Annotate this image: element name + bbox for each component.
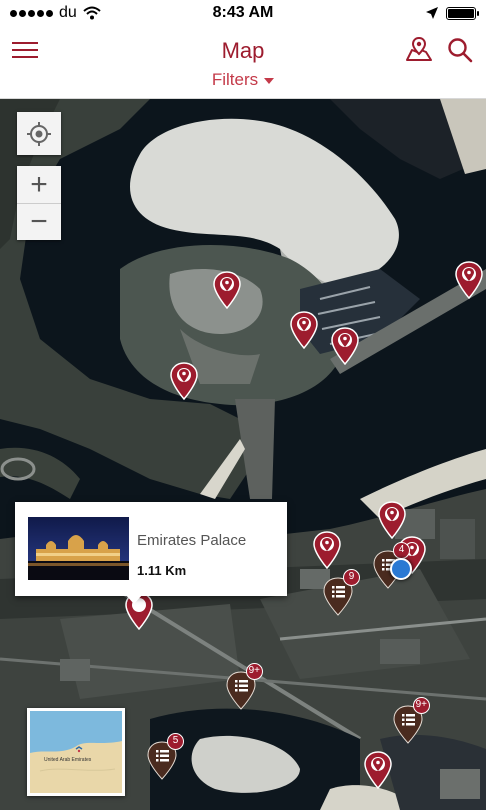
locate-me-button[interactable]: [17, 112, 61, 155]
battery-fill: [448, 8, 474, 18]
map-pin[interactable]: [312, 531, 342, 570]
cluster-marker[interactable]: 9+: [392, 697, 430, 744]
cluster-count-badge: 4: [393, 542, 410, 559]
zoom-controls: + −: [17, 166, 61, 240]
app-header: Map Filters: [0, 26, 486, 99]
status-right: [306, 6, 479, 20]
map-pin[interactable]: [330, 327, 360, 366]
filters-dropdown[interactable]: Filters: [0, 70, 486, 90]
search-icon: [448, 38, 473, 63]
map-pin[interactable]: [169, 362, 199, 401]
cluster-count-badge: 9+: [412, 697, 430, 714]
cluster-marker[interactable]: 5: [146, 733, 184, 780]
location-arrow-icon: [426, 7, 438, 19]
place-info-card[interactable]: Emirates Palace 1.11 Km: [15, 502, 287, 596]
cluster-count-badge: 5: [167, 733, 184, 750]
map-pin[interactable]: [377, 501, 407, 540]
place-thumbnail: [28, 517, 129, 580]
location-pin-icon: [331, 327, 359, 366]
cluster-marker[interactable]: 9+: [225, 663, 263, 710]
overview-minimap[interactable]: United Arab Emirates: [27, 708, 125, 796]
location-pin-icon: [290, 311, 318, 350]
minimap-label: United Arab Emirates: [44, 757, 92, 763]
folded-map-icon: [406, 36, 432, 61]
zoom-out-button[interactable]: −: [17, 203, 61, 240]
map-view-button[interactable]: [404, 36, 434, 64]
card-pointer: [125, 594, 143, 604]
location-pin-icon: [313, 531, 341, 570]
signal-strength-icon: [10, 9, 53, 17]
location-pin-icon: [455, 261, 483, 300]
filters-label: Filters: [211, 70, 259, 89]
minimap-image: [30, 711, 122, 793]
place-distance: 1.11 Km: [137, 563, 187, 578]
zoom-in-button[interactable]: +: [17, 166, 61, 203]
map-pin[interactable]: [454, 261, 484, 300]
status-time: 8:43 AM: [212, 4, 274, 21]
current-location-dot: [390, 558, 412, 580]
wifi-icon: [83, 6, 101, 20]
search-button[interactable]: [446, 36, 474, 64]
map-pin[interactable]: [289, 311, 319, 350]
crosshair-icon: [27, 121, 51, 146]
status-bar: du 8:43 AM: [0, 0, 486, 26]
map-pin[interactable]: [212, 271, 242, 310]
cluster-count-badge: 9: [343, 569, 360, 586]
status-left: du: [10, 4, 180, 22]
place-name: Emirates Palace: [137, 532, 247, 549]
location-pin-icon: [170, 362, 198, 401]
location-pin-icon: [378, 501, 406, 540]
cluster-marker[interactable]: 9: [322, 569, 360, 616]
cluster-count-badge: 9+: [245, 663, 263, 680]
location-pin-icon: [213, 271, 241, 310]
map-pin[interactable]: [363, 751, 393, 790]
battery-icon: [446, 6, 479, 20]
carrier-name: du: [59, 4, 77, 21]
location-pin-icon: [364, 751, 392, 790]
chevron-down-icon: [264, 77, 275, 84]
satellite-map[interactable]: + − 4 9 9+ 9+ 5 Emirates Palace 1.11 Km …: [0, 99, 486, 810]
